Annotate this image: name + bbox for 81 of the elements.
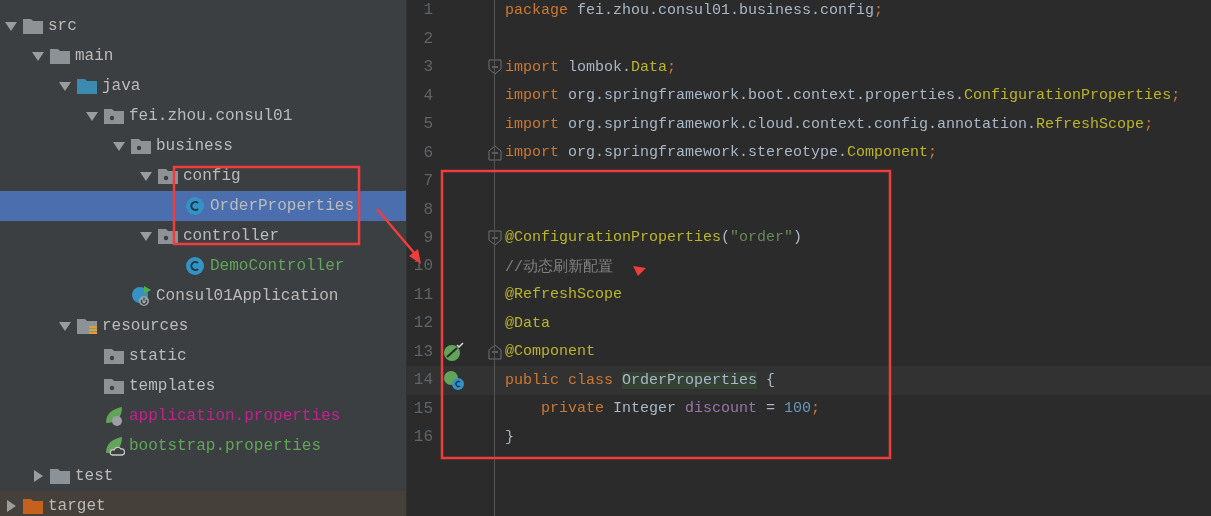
fold-end-icon[interactable] — [488, 144, 502, 161]
class-icon — [184, 195, 206, 217]
annotation-mark — [633, 266, 646, 276]
tree-item-label: application.properties — [129, 407, 341, 425]
line-number: 1 — [422, 1, 433, 20]
tree-row[interactable]: controller — [0, 221, 406, 251]
expand-arrow-icon[interactable] — [31, 469, 45, 483]
tree-item-label: java — [102, 77, 141, 95]
code-line: //动态刷新配置 — [505, 257, 613, 276]
tree-item-label: business — [156, 137, 233, 155]
collapse-arrow-icon[interactable] — [85, 109, 99, 123]
collapse-arrow-icon[interactable] — [112, 139, 126, 153]
line-number: 9 — [422, 229, 433, 247]
tree-item-label: Consul01Application — [156, 287, 339, 305]
line-number: 3 — [422, 58, 433, 77]
line-number: 2 — [422, 29, 433, 48]
line-number: 16 — [412, 428, 433, 447]
code-line: package fei.zhou.consul01.business.config; — [505, 1, 884, 19]
code-line: private Integer discount = 100; — [540, 400, 821, 418]
tree-item-label: main — [75, 47, 114, 65]
code-line: @Data — [505, 314, 550, 332]
line-number: 12 — [412, 314, 433, 333]
tree-item-label: src — [48, 17, 77, 35]
line-number: 8 — [422, 200, 433, 219]
fold-end-icon[interactable] — [488, 343, 502, 360]
class-icon — [184, 255, 206, 277]
tree-row[interactable]: templates — [0, 371, 406, 401]
leaf-power-icon — [103, 405, 125, 427]
code-line: @RefreshScope — [505, 286, 623, 304]
fold-start-icon[interactable] — [488, 230, 502, 246]
bean-icon[interactable] — [443, 340, 465, 363]
tree-row[interactable]: Consul01Application — [0, 281, 406, 311]
collapse-arrow-icon[interactable] — [31, 49, 45, 63]
line-number: 11 — [412, 285, 433, 304]
collapse-arrow-icon[interactable] — [139, 229, 153, 243]
collapse-arrow-icon[interactable] — [4, 19, 18, 33]
tree-row[interactable]: fei.zhou.consul01 — [0, 101, 406, 131]
code-line: } — [505, 428, 514, 446]
code-line: import org.springframework.stereotype.Component; — [505, 144, 938, 162]
expand-arrow-icon[interactable] — [4, 499, 18, 513]
code-line: @Component — [505, 343, 595, 361]
collapse-arrow-icon[interactable] — [58, 319, 72, 333]
tree-item-label: static — [129, 347, 187, 365]
tree-row[interactable]: DemoController — [0, 251, 406, 281]
tree-item-label: controller — [183, 227, 279, 245]
tree-item-label: templates — [129, 377, 216, 395]
tree-item-label: resources — [102, 317, 189, 335]
tree-row[interactable]: test — [0, 461, 406, 491]
code-line: import org.springframework.cloud.context.config.annotation.RefreshScope; — [505, 115, 1154, 133]
tree-item-label: bootstrap.properties — [129, 437, 322, 455]
tree-item-label: test — [75, 467, 114, 485]
tree-item-label: config — [183, 167, 241, 185]
application-class-icon — [130, 285, 152, 307]
code-line: @ConfigurationProperties("order") — [505, 229, 803, 247]
line-number: 4 — [422, 86, 433, 105]
tree-row[interactable]: config — [0, 161, 406, 191]
line-number: 7 — [422, 172, 433, 191]
fold-start-icon[interactable] — [488, 59, 502, 76]
collapse-arrow-icon[interactable] — [58, 79, 72, 93]
tree-item-label: target — [48, 497, 106, 515]
leaf-cloud-icon — [103, 435, 125, 457]
line-number: 5 — [422, 115, 433, 134]
code-line: import org.springframework.boot.context.properties.ConfigurationProperties; — [505, 87, 1181, 105]
bean-class-icon[interactable] — [443, 369, 465, 392]
code-line: public class OrderProperties { — [505, 371, 776, 389]
tree-row[interactable]: target — [0, 491, 406, 516]
line-number: 13 — [412, 342, 433, 361]
tree-row[interactable]: business — [0, 131, 406, 161]
line-number: 6 — [422, 143, 433, 162]
tree-item-label: fei.zhou.consul01 — [129, 107, 293, 125]
tree-row[interactable]: main — [0, 41, 406, 71]
line-number: 15 — [412, 399, 433, 418]
tree-row[interactable]: src — [0, 11, 406, 41]
tree-item-label: DemoController — [210, 257, 345, 275]
tree-row[interactable]: resources — [0, 311, 406, 341]
tree-row[interactable]: static — [0, 341, 406, 371]
collapse-arrow-icon[interactable] — [139, 169, 153, 183]
code-line: import lombok.Data; — [505, 58, 677, 76]
tree-item-label: OrderProperties — [210, 197, 355, 215]
tree-row[interactable]: bootstrap.properties — [0, 431, 406, 461]
tree-row[interactable]: java — [0, 71, 406, 101]
